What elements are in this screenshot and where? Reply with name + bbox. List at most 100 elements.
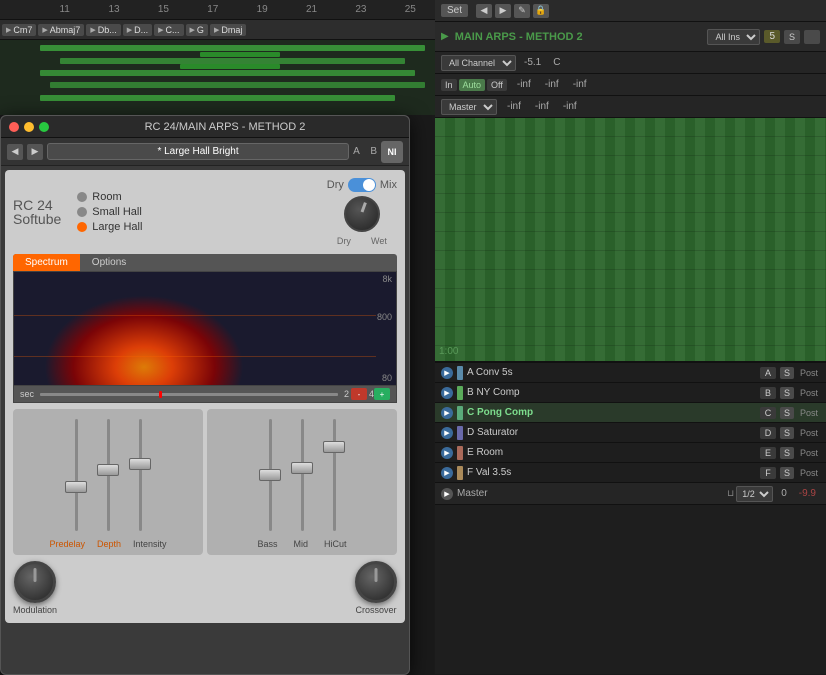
- extra-btn[interactable]: [804, 30, 820, 44]
- set-controls: ◀ ▶ ✎ 🔒: [476, 4, 549, 18]
- master-select-2[interactable]: 1/2: [736, 486, 773, 502]
- chord-bar: Cm7 Abmaj7 Db... D... C... G Dmaj: [0, 20, 435, 40]
- off-btn[interactable]: Off: [487, 79, 507, 91]
- ruler-mark-15: 15: [139, 4, 188, 15]
- nav-next-button[interactable]: ▶: [27, 144, 43, 160]
- effect-arrow-pongcomp[interactable]: ▶: [441, 407, 453, 419]
- radio-room[interactable]: Room: [77, 191, 142, 203]
- effect-arrow-eroom[interactable]: ▶: [441, 447, 453, 459]
- time-label: 1:00: [439, 346, 458, 357]
- fader-mid[interactable]: [290, 415, 314, 535]
- track-header: ▶ MAIN ARPS - METHOD 2 All Ins 5 S: [435, 22, 826, 52]
- close-button[interactable]: [9, 122, 19, 132]
- maximize-button[interactable]: [39, 122, 49, 132]
- rc24-plugin-window: RC 24/MAIN ARPS - METHOD 2 ◀ ▶ * Large H…: [0, 115, 410, 675]
- ni-logo-button[interactable]: NI: [381, 141, 403, 163]
- s-button[interactable]: S: [784, 30, 800, 44]
- mix-toggle[interactable]: [348, 178, 376, 192]
- range-plus-btn[interactable]: +: [374, 388, 390, 400]
- set-btn-edit[interactable]: ✎: [514, 4, 530, 18]
- track-expand-arrow[interactable]: ▶: [441, 31, 449, 42]
- preset-display[interactable]: * Large Hall Bright: [47, 143, 349, 160]
- master-val-1: -inf: [503, 101, 525, 112]
- in-btn[interactable]: In: [441, 79, 457, 91]
- crossover-knob[interactable]: [355, 561, 397, 603]
- spectrum-tabs: Spectrum Options: [13, 254, 397, 271]
- modulation-knob[interactable]: [14, 561, 56, 603]
- fader-bass[interactable]: [258, 415, 282, 535]
- effect-post-f: Post: [798, 468, 820, 478]
- fader-hicut[interactable]: [322, 415, 346, 535]
- fader-intensity[interactable]: [128, 415, 152, 535]
- fader-bass-rail: [269, 419, 272, 531]
- chord-cm7[interactable]: Cm7: [2, 24, 36, 36]
- radio-large-hall[interactable]: Large Hall: [77, 221, 142, 233]
- effect-row-pongcomp[interactable]: ▶ C Pong Comp C S Post: [435, 403, 826, 423]
- chord-abmaj7[interactable]: Abmaj7: [38, 24, 84, 36]
- effect-row-nycomp[interactable]: ▶ B NY Comp B S Post: [435, 383, 826, 403]
- fader-depth-handle[interactable]: [97, 464, 119, 476]
- range-minus-btn[interactable]: -: [351, 388, 367, 400]
- effect-s-c[interactable]: S: [780, 407, 794, 419]
- chord-d[interactable]: D...: [123, 24, 152, 36]
- channel-select-all[interactable]: All Channel: [441, 55, 516, 71]
- effect-name-fval: F Val 3.5s: [467, 467, 756, 478]
- piano-roll-content[interactable]: [0, 40, 435, 115]
- fader-section: Predelay Depth Intensity: [13, 409, 397, 555]
- mixer-channels: All Ins 5 S: [707, 29, 820, 45]
- tab-spectrum[interactable]: Spectrum: [13, 254, 80, 271]
- ruler-mark-25: 25: [386, 4, 435, 15]
- effect-post-a: Post: [798, 368, 820, 378]
- minimize-button[interactable]: [24, 122, 34, 132]
- in-val-2: -inf: [541, 79, 563, 90]
- chord-c[interactable]: C...: [154, 24, 183, 36]
- auto-btn[interactable]: Auto: [459, 79, 486, 91]
- set-header: Set ◀ ▶ ✎ 🔒: [435, 0, 826, 22]
- spectrum-80-label: 80: [382, 373, 392, 383]
- effect-s-a[interactable]: S: [780, 367, 794, 379]
- fader-intensity-handle[interactable]: [129, 458, 151, 470]
- knob-section: Modulation Crossover: [13, 555, 397, 615]
- effect-s-e[interactable]: S: [780, 447, 794, 459]
- effect-s-b[interactable]: S: [780, 387, 794, 399]
- effect-arrow-conv5s[interactable]: ▶: [441, 367, 453, 379]
- effect-arrow-nycomp[interactable]: ▶: [441, 387, 453, 399]
- spectrum-display: 8k 800 80: [13, 271, 397, 386]
- fader-mid-handle[interactable]: [291, 462, 313, 474]
- effect-row-eroom[interactable]: ▶ E Room E S Post: [435, 443, 826, 463]
- master-label: Master: [457, 488, 723, 499]
- fader-depth[interactable]: [96, 415, 120, 535]
- fader-predelay-handle[interactable]: [65, 481, 87, 493]
- set-btn-back[interactable]: ◀: [476, 4, 492, 18]
- plugin-toolbar: ◀ ▶ * Large Hall Bright A B NI: [1, 138, 409, 166]
- master-select[interactable]: Master: [441, 99, 497, 115]
- main-green-track[interactable]: 1:00: [435, 118, 826, 363]
- track-name: MAIN ARPS - METHOD 2: [455, 31, 702, 43]
- effect-row-conv5s[interactable]: ▶ A Conv 5s A S Post: [435, 363, 826, 383]
- set-btn-lock[interactable]: 🔒: [533, 4, 549, 18]
- channel-select-ins[interactable]: All Ins: [707, 29, 760, 45]
- effect-s-d[interactable]: S: [780, 427, 794, 439]
- tab-options[interactable]: Options: [80, 254, 138, 271]
- radio-small-hall[interactable]: Small Hall: [77, 206, 142, 218]
- fader-hicut-handle[interactable]: [323, 441, 345, 453]
- effect-s-f[interactable]: S: [780, 467, 794, 479]
- effect-row-fval[interactable]: ▶ F Val 3.5s F S Post: [435, 463, 826, 483]
- fader-hicut-label: HiCut: [324, 539, 347, 549]
- effect-channel-a: A: [760, 367, 776, 379]
- effect-arrow-saturator[interactable]: ▶: [441, 427, 453, 439]
- effect-arrow-fval[interactable]: ▶: [441, 467, 453, 479]
- effect-channel-b: B: [760, 387, 776, 399]
- set-btn-forward[interactable]: ▶: [495, 4, 511, 18]
- chord-g[interactable]: G: [186, 24, 208, 36]
- master-transport: ⊔ 1/2: [727, 486, 773, 502]
- nav-prev-button[interactable]: ◀: [7, 144, 23, 160]
- chord-dmaj[interactable]: Dmaj: [210, 24, 246, 36]
- chord-db[interactable]: Db...: [86, 24, 120, 36]
- fader-predelay[interactable]: [64, 415, 88, 535]
- effect-row-saturator[interactable]: ▶ D Saturator D S Post: [435, 423, 826, 443]
- master-expand[interactable]: ▶: [441, 488, 453, 500]
- piano-roll: 11 13 15 17 19 21 23 25 Cm7 Abmaj7 Db...…: [0, 0, 435, 115]
- mix-knob[interactable]: [344, 196, 380, 232]
- fader-bass-handle[interactable]: [259, 469, 281, 481]
